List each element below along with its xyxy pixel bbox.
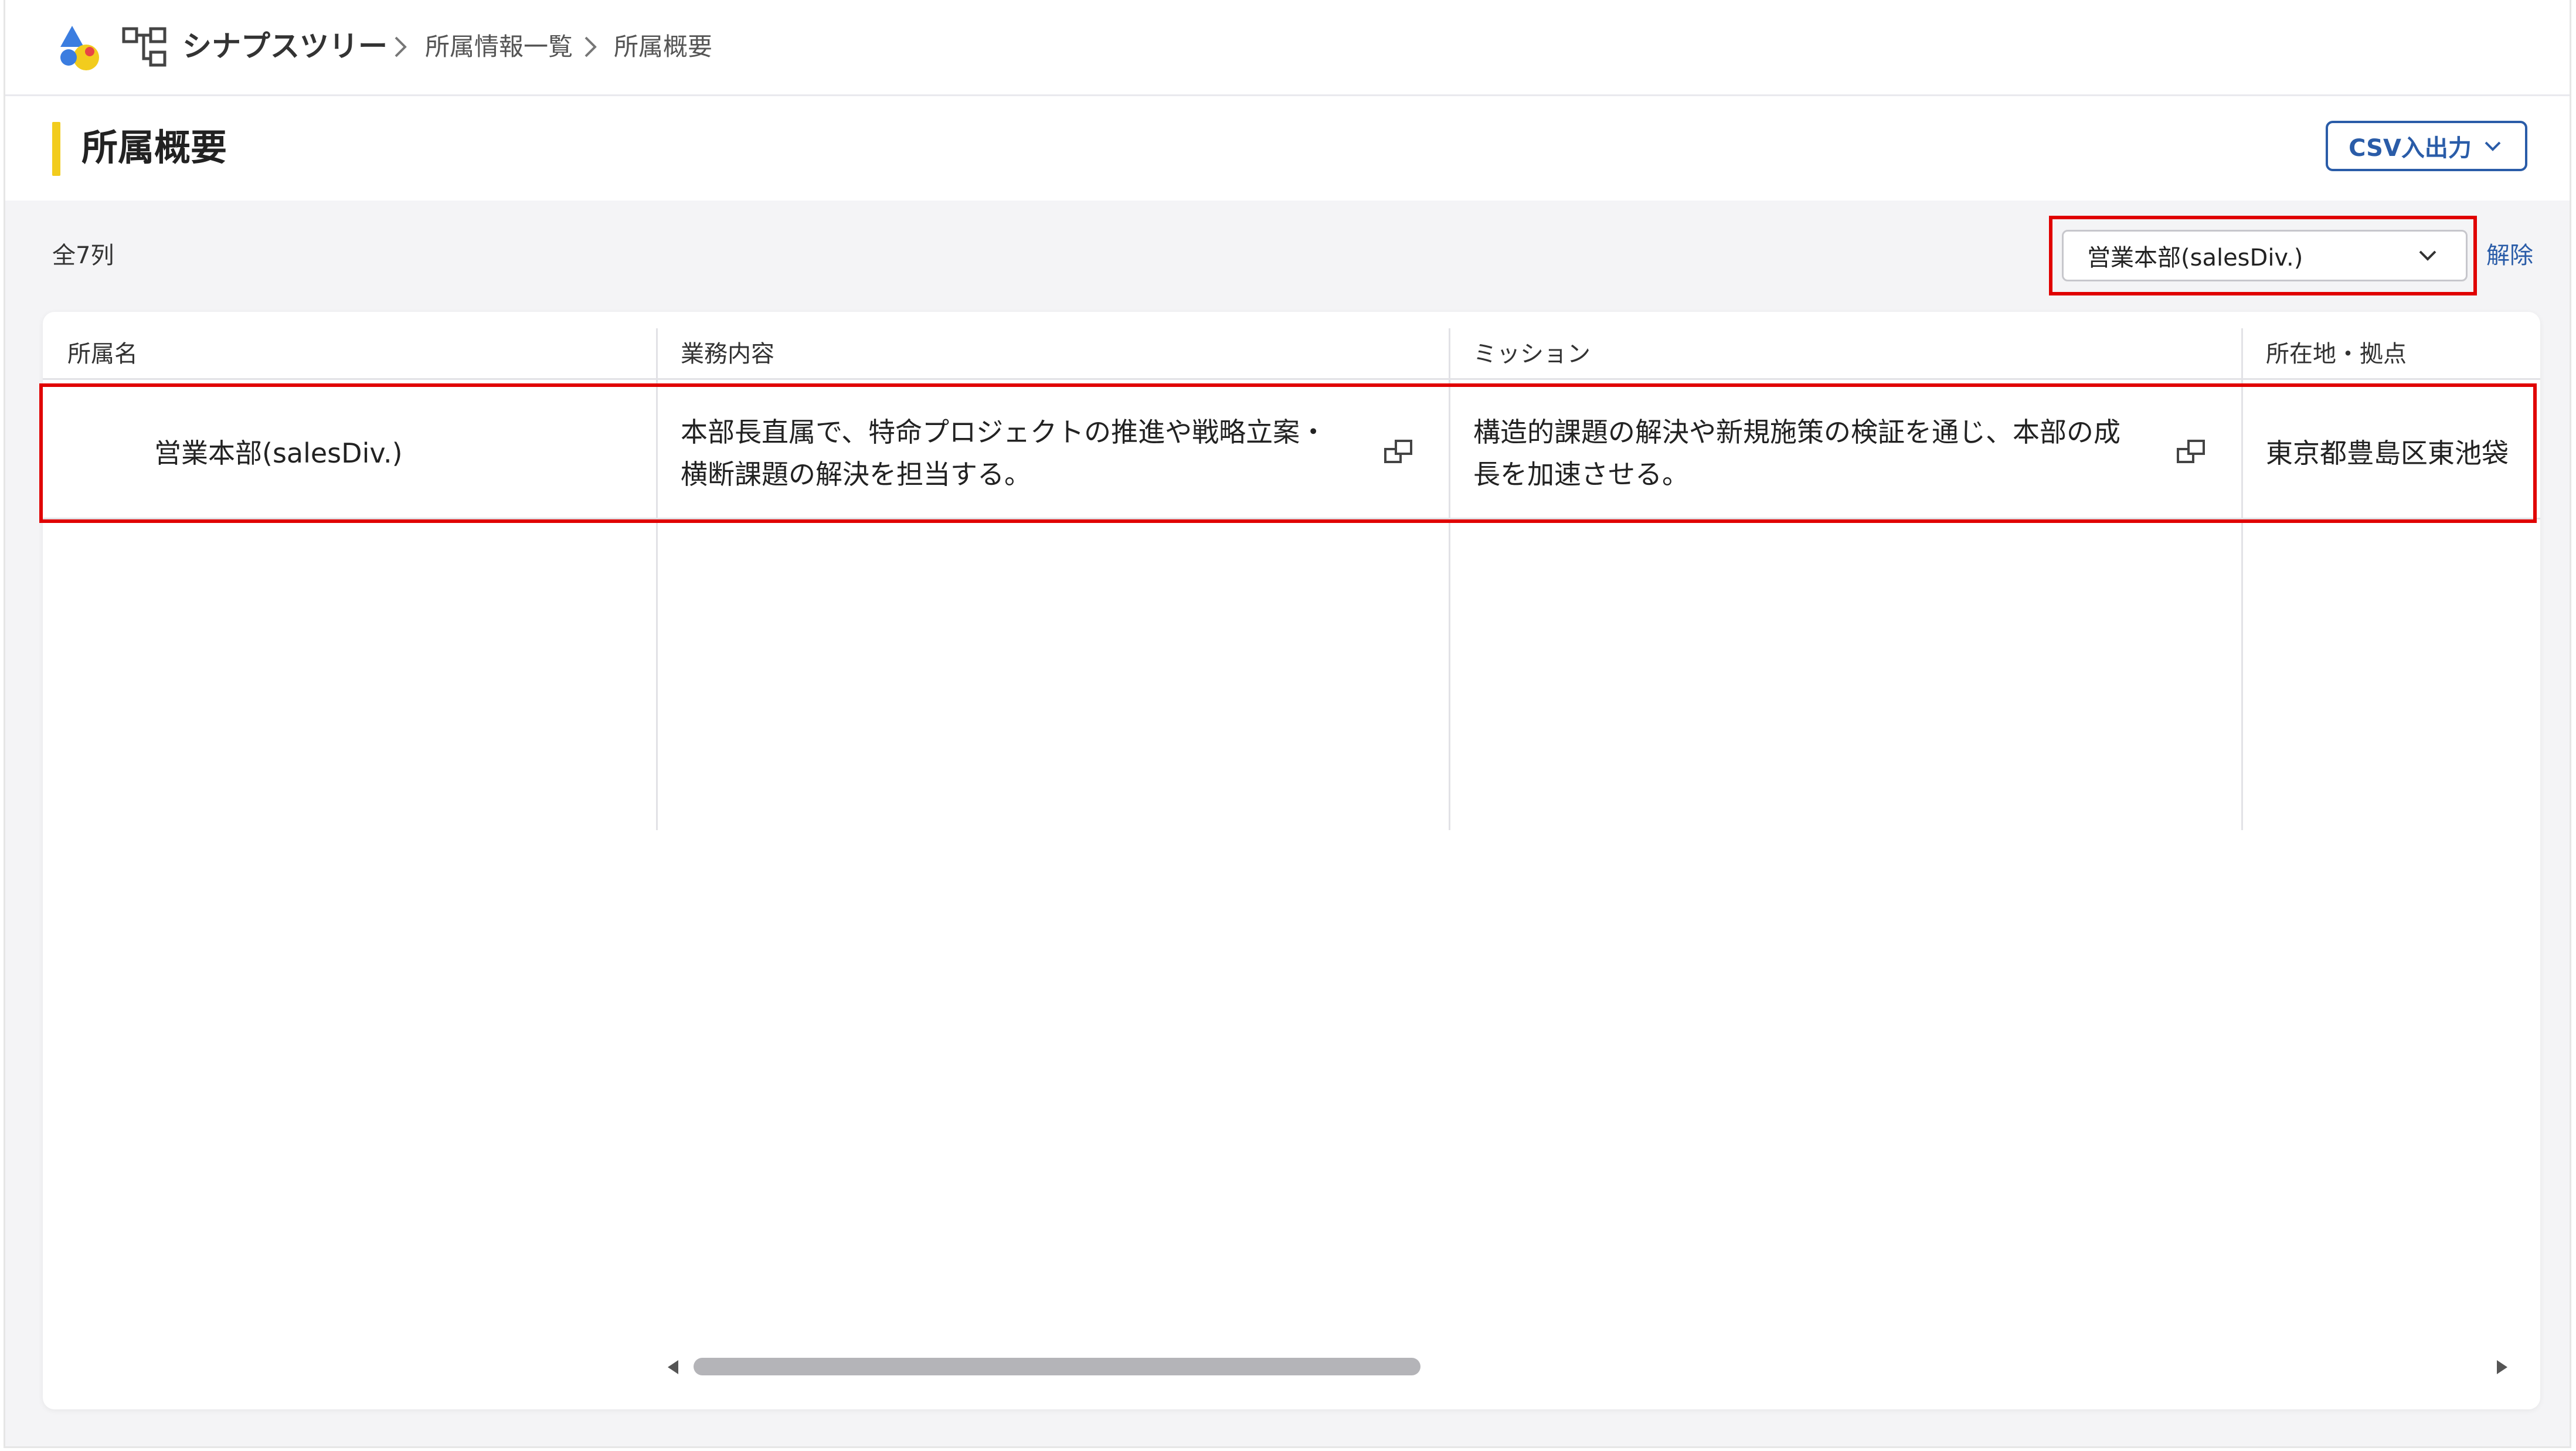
breadcrumb-item-current: 所属概要 (614, 32, 713, 61)
chevron-down-icon (2419, 250, 2436, 261)
org-tree-icon (122, 27, 166, 67)
horizontal-scrollbar[interactable] (664, 1353, 2511, 1381)
column-header-location[interactable]: 所在地・拠点 (2241, 328, 2540, 380)
column-header-mission[interactable]: ミッション (1449, 328, 2241, 380)
breadcrumb-item-affiliation-list[interactable]: 所属情報一覧 (425, 28, 573, 66)
csv-import-export-button[interactable]: CSV入出力 (2326, 121, 2527, 171)
scroll-right-arrow-icon[interactable] (2497, 1360, 2507, 1374)
scrollbar-thumb[interactable] (694, 1358, 1420, 1375)
chevron-down-icon (2485, 141, 2501, 151)
app-window: シナプスツリー 所属情報一覧 所属概要 所属概要 CSV入出力 全7列 営業本部… (4, 0, 2571, 1448)
page-title: 所属概要 (81, 126, 227, 169)
column-count-label: 全7列 (52, 242, 114, 269)
app-name[interactable]: シナプスツリー (182, 26, 388, 67)
table-header: 所属名 業務内容 ミッション 所在地・拠点 (43, 328, 2540, 380)
filter-selected-value: 営業本部(salesDiv.) (2087, 244, 2303, 271)
clear-filter-link[interactable]: 解除 (2486, 238, 2533, 273)
breadcrumb-chevron-right-icon (584, 36, 597, 57)
column-header-business[interactable]: 業務内容 (656, 328, 1449, 380)
app-logo-icon[interactable] (52, 21, 106, 75)
csv-button-label: CSV入出力 (2349, 135, 2472, 162)
breadcrumb-chevron-right-icon (395, 36, 407, 57)
affiliation-filter-select[interactable]: 営業本部(salesDiv.) (2062, 230, 2468, 281)
column-header-name[interactable]: 所属名 (43, 328, 656, 380)
top-navigation: シナプスツリー 所属情報一覧 所属概要 (5, 0, 2570, 96)
page-header: 所属概要 CSV入出力 (5, 96, 2570, 201)
title-accent-bar (52, 122, 60, 176)
row-highlight-box (39, 383, 2537, 523)
scroll-left-arrow-icon[interactable] (668, 1360, 678, 1374)
